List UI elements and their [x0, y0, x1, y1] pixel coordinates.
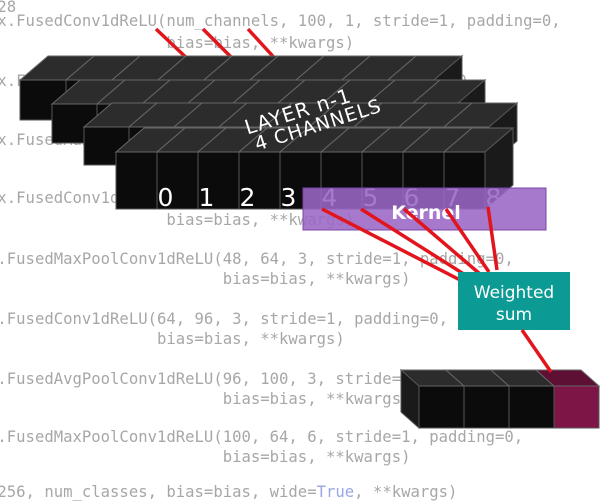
- output-cube-front: [553, 385, 600, 429]
- weighted-sum-box: Weighted sum: [458, 272, 570, 330]
- output-cube-front: [508, 385, 555, 429]
- cell-number: 3: [281, 183, 297, 212]
- weighted-sum-line1: Weighted: [474, 283, 554, 303]
- cell-number: 2: [240, 183, 256, 212]
- kernel: Kernel: [302, 187, 547, 231]
- connector-line: [520, 329, 553, 373]
- convolution-diagram: LAYER n-1 4 CHANNELS 012345678 Kernel We…: [18, 27, 601, 430]
- output-cube-front: [463, 385, 510, 429]
- output-cell-row: [399, 368, 601, 430]
- sum-to-output-line: [520, 329, 553, 373]
- cell-number: 0: [158, 183, 174, 212]
- cube-front: [115, 151, 158, 210]
- cell-number: 1: [199, 183, 215, 212]
- weighted-sum-line2: sum: [496, 305, 532, 325]
- output-cube-front: [418, 385, 465, 429]
